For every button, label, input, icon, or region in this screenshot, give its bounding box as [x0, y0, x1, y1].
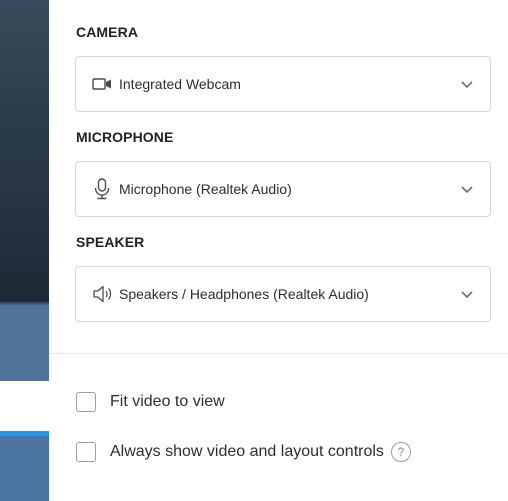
- camera-section-title: CAMERA: [76, 24, 139, 40]
- microphone-select[interactable]: Microphone (Realtek Audio): [75, 161, 491, 217]
- section-divider: [49, 353, 508, 354]
- camera-select[interactable]: Integrated Webcam: [75, 56, 491, 112]
- chevron-down-icon: [459, 76, 475, 92]
- video-backdrop-strip: [0, 0, 49, 501]
- microphone-select-value: Microphone (Realtek Audio): [119, 181, 292, 197]
- fit-video-label[interactable]: Fit video to view: [110, 393, 225, 411]
- speaker-icon: [92, 282, 116, 306]
- fit-video-option[interactable]: Fit video to view: [76, 392, 225, 412]
- help-icon[interactable]: ?: [390, 442, 411, 462]
- chevron-down-icon: [459, 181, 475, 197]
- camera-select-value: Integrated Webcam: [119, 76, 241, 92]
- always-show-controls-checkbox[interactable]: [76, 442, 96, 462]
- speaker-select[interactable]: Speakers / Headphones (Realtek Audio): [75, 266, 491, 322]
- microphone-section-title: MICROPHONE: [76, 129, 174, 145]
- settings-popover: CAMERA Integrated Webcam MICROPHONE Micr…: [49, 0, 508, 501]
- speaker-select-value: Speakers / Headphones (Realtek Audio): [119, 286, 369, 302]
- always-show-controls-label[interactable]: Always show video and layout controls: [110, 443, 384, 461]
- speaker-section-title: SPEAKER: [76, 234, 145, 250]
- microphone-icon: [92, 177, 116, 201]
- chevron-down-icon: [459, 286, 475, 302]
- video-camera-icon: [92, 72, 116, 96]
- fit-video-checkbox[interactable]: [76, 392, 96, 412]
- always-show-controls-option[interactable]: Always show video and layout controls ?: [76, 442, 411, 462]
